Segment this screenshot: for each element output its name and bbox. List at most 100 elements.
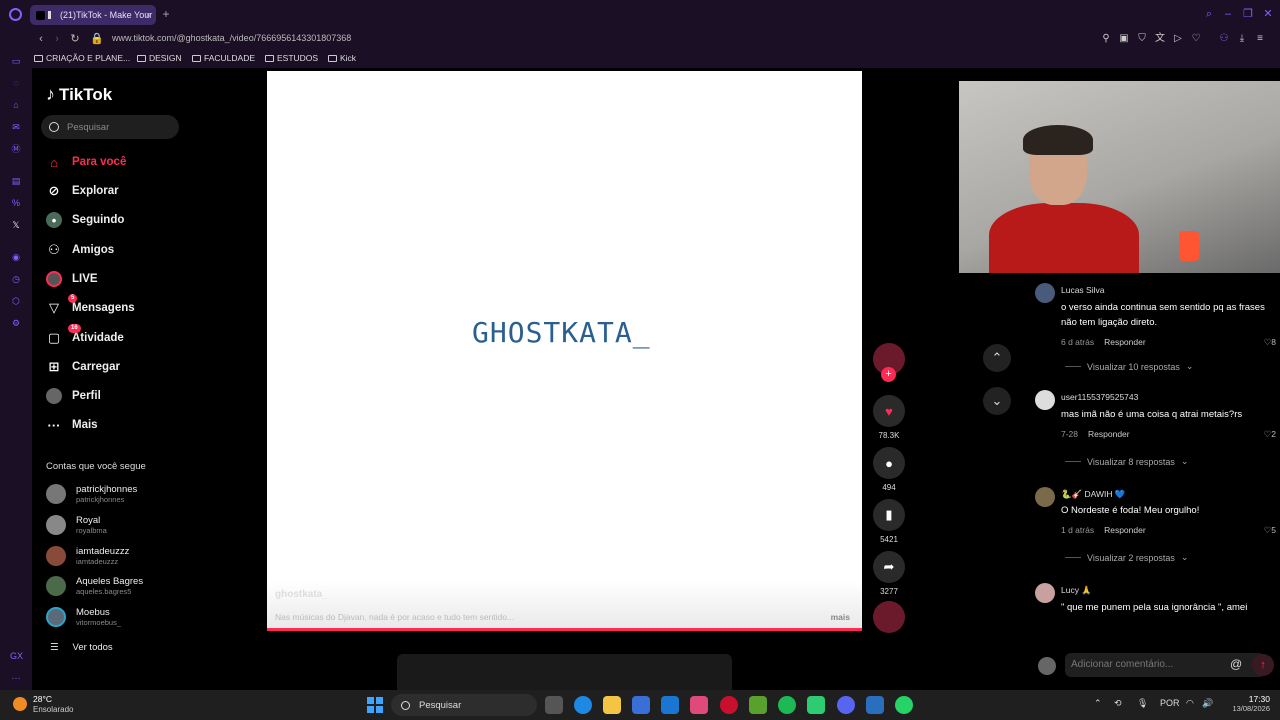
new-tab-button[interactable]: + [160, 7, 172, 21]
reply-button[interactable]: Responder [1104, 337, 1146, 347]
nav-seguindo[interactable]: • Seguindo [46, 210, 124, 230]
game-app-icon[interactable] [807, 696, 825, 714]
view-replies[interactable]: Visualizar 2 respostas ⌄ [1065, 552, 1188, 563]
settings-icon[interactable]: ⚙ [10, 317, 22, 329]
tray-sync-icon[interactable]: ⟲ [1114, 698, 1122, 709]
windows-start-icon[interactable] [367, 697, 383, 713]
weather-sun-icon[interactable] [13, 697, 27, 711]
nav-mensagens[interactable]: ▽ 5 Mensagens [46, 294, 135, 318]
weather-condition[interactable]: Ensolarado [33, 705, 73, 714]
percent-icon[interactable]: % [10, 197, 22, 209]
comment-user[interactable]: 🐍🎸 DAWIH 💙 [1061, 489, 1126, 500]
avatar[interactable] [1035, 583, 1055, 603]
avatar[interactable] [1035, 390, 1055, 410]
weather-temperature[interactable]: 28°C [33, 694, 52, 704]
music-disc-icon[interactable] [873, 601, 905, 633]
comment-like[interactable]: ♡5 [1264, 525, 1276, 536]
tab-close-icon[interactable]: × [146, 10, 151, 20]
followed-account[interactable]: Royal royalbma [46, 514, 107, 536]
followed-account[interactable]: iamtadeuzzz iamtadeuzzz [46, 545, 129, 567]
player-icon[interactable]: ▷ [1172, 32, 1184, 46]
back-icon[interactable]: ‹ [34, 31, 48, 47]
pin-icon[interactable]: ⚲ [1100, 32, 1112, 46]
bookmark-icon[interactable]: ▮ [873, 499, 905, 531]
reply-button[interactable]: Responder [1088, 429, 1130, 439]
discord-icon[interactable] [837, 696, 855, 714]
url-field[interactable]: www.tiktok.com/@ghostkata_/video/7666956… [112, 33, 351, 43]
forward-icon[interactable]: › [50, 31, 64, 47]
m-app-icon[interactable]: Ⓜ [10, 143, 22, 155]
tray-chevron-icon[interactable]: ⌃ [1094, 698, 1102, 709]
language-indicator[interactable]: POR [1160, 698, 1180, 708]
followed-account[interactable]: patrickjhonnes patrickjhonnes [46, 483, 137, 505]
figma-icon[interactable] [690, 696, 708, 714]
next-video-button[interactable]: ⌄ [983, 387, 1011, 415]
video-author[interactable]: ghostkata_ [275, 589, 328, 600]
reload-icon[interactable]: ↻ [68, 31, 82, 47]
outlook-icon[interactable] [661, 696, 679, 714]
comment-user[interactable]: user1155379525743 [1061, 392, 1138, 402]
bookmark-folder-2[interactable]: FACULDADE [192, 53, 255, 63]
snapshot-icon[interactable]: ▣ [1118, 32, 1130, 46]
avatar[interactable] [1035, 283, 1055, 303]
comment-like[interactable]: ♡8 [1264, 337, 1276, 348]
crypto-wallet-icon[interactable]: ⌂ [10, 99, 22, 111]
like-icon[interactable]: ♥ [873, 395, 905, 427]
browser-tab-tiktok[interactable]: (21)TikTok - Make Your × [30, 5, 156, 25]
speaker-icon[interactable] [48, 11, 56, 19]
close-window-icon[interactable]: ✕ [1262, 8, 1274, 20]
video-more-link[interactable]: mais [831, 612, 850, 622]
adblock-icon[interactable]: ⛉ [1136, 32, 1148, 46]
maximize-icon[interactable]: ❐ [1242, 8, 1254, 20]
followed-account[interactable]: Aqueles Bagres aqueles.bagres5 [46, 575, 143, 597]
send-comment-button[interactable]: ↑ [1252, 654, 1274, 676]
search-tabs-icon[interactable]: ⌕ [1203, 8, 1215, 20]
workspace-icon[interactable]: ▭ [10, 55, 22, 67]
nav-carregar[interactable]: ⊞ Carregar [46, 357, 120, 377]
comment-user[interactable]: Lucy 🙏 [1061, 585, 1092, 596]
avatar[interactable] [1035, 487, 1055, 507]
taskbar-search[interactable]: Pesquisar [391, 694, 537, 716]
minecraft-icon[interactable] [749, 696, 767, 714]
bookmark-folder-0[interactable]: CRIAÇÃO E PLANE... [34, 53, 130, 63]
nav-para-voce[interactable]: ⌂ Para você [46, 152, 126, 172]
share-icon[interactable]: ➦ [873, 551, 905, 583]
x-twitter-icon[interactable]: 𝕏 [10, 219, 22, 231]
messenger-icon[interactable]: ✉ [10, 121, 22, 133]
nav-live[interactable]: LIVE [46, 269, 98, 289]
player-sidebar-icon[interactable]: ◉ [10, 251, 22, 263]
nav-explorar[interactable]: ⊘ Explorar [46, 181, 119, 201]
twitch-icon[interactable]: ▤ [10, 175, 22, 187]
gx-icon[interactable]: GX [10, 650, 23, 662]
mention-icon[interactable]: @ [1230, 657, 1242, 671]
aria-icon[interactable]: ◌ [10, 77, 22, 89]
comment-user[interactable]: Lucas Silva [1061, 285, 1104, 295]
view-replies[interactable]: Visualizar 8 respostas ⌄ [1065, 456, 1188, 467]
security-shield-icon[interactable] [866, 696, 884, 714]
wifi-icon[interactable]: ◠ [1186, 698, 1194, 709]
opera-gx-icon[interactable] [720, 696, 738, 714]
whatsapp-icon[interactable] [895, 696, 913, 714]
bookmark-folder-1[interactable]: DESIGN [137, 53, 182, 63]
nav-amigos[interactable]: ⚇ Amigos [46, 240, 114, 260]
download-icon[interactable]: ⤓ [1236, 32, 1248, 46]
file-explorer-icon[interactable] [603, 696, 621, 714]
video-progress-bar[interactable] [267, 628, 862, 631]
follow-plus-icon[interactable]: + [881, 367, 896, 382]
task-view-icon[interactable] [545, 696, 563, 714]
spotify-icon[interactable] [778, 696, 796, 714]
minimize-icon[interactable]: – [1222, 8, 1234, 20]
view-replies[interactable]: Visualizar 10 respostas ⌄ [1065, 361, 1193, 372]
nav-perfil[interactable]: Perfil [46, 386, 101, 406]
tiktok-logo[interactable]: ♪ TikTok [46, 84, 112, 105]
nav-mais[interactable]: ··· Mais [46, 415, 98, 435]
comment-like[interactable]: ♡2 [1264, 429, 1276, 440]
translate-icon[interactable]: 文 [1154, 32, 1166, 46]
bookmark-folder-3[interactable]: ESTUDOS [265, 53, 318, 63]
history-icon[interactable]: ◷ [10, 273, 22, 285]
followed-account[interactable]: Moebus vitormoebus_ [46, 606, 121, 628]
bookmark-folder-4[interactable]: Kick [328, 53, 356, 63]
video-player[interactable]: GHOSTKATA_ ghostkata_ Nas músicas do Dja… [267, 71, 862, 631]
reply-button[interactable]: Responder [1104, 525, 1146, 535]
taskbar-clock[interactable]: 17:30 13/08/2026 [1228, 694, 1270, 713]
